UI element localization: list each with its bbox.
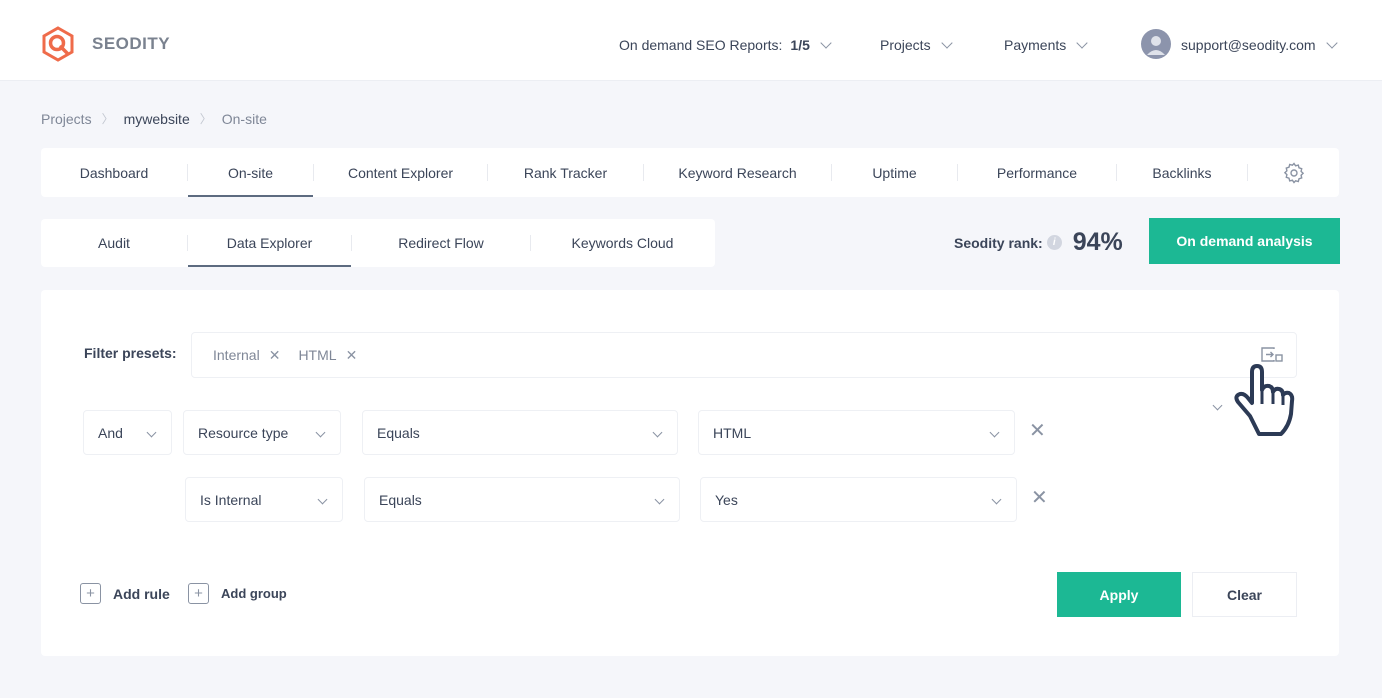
user-menu[interactable]: support@seodity.com [1181,36,1338,53]
remove-rule-icon[interactable]: ✕ [1031,485,1048,510]
logo-icon [42,26,74,62]
rule-field-value: Resource type [198,424,289,441]
plus-icon: + [80,583,101,604]
breadcrumb: Projects 〉 mywebsite 〉 On-site [41,110,267,127]
tab-keyword-research[interactable]: Keyword Research [644,148,831,197]
rank-value: 94% [1072,228,1123,256]
logo[interactable]: SEODITY [40,26,170,62]
sub-tabs: Audit Data Explorer Redirect Flow Keywor… [41,219,715,267]
projects-menu[interactable]: Projects [880,36,953,53]
tab-on-site[interactable]: On-site [188,148,313,197]
tab-audit[interactable]: Audit [41,219,187,267]
rule-value-select[interactable]: Yes [700,477,1017,522]
tab-dashboard[interactable]: Dashboard [41,148,187,197]
rank-label: Seodity rank: [954,234,1043,251]
chevron-down-icon [317,494,328,505]
reports-count: 1/5 [790,37,810,53]
preset-chip: HTML ✕ [298,347,357,364]
add-group-button[interactable]: + Add group [188,583,287,604]
tab-uptime[interactable]: Uptime [832,148,957,197]
rule-operator-select[interactable]: Equals [364,477,680,522]
filter-presets-label: Filter presets: [84,345,177,361]
tab-keywords-cloud[interactable]: Keywords Cloud [531,219,714,267]
filter-panel: Filter presets: Internal ✕ HTML ✕ And Re… [41,290,1339,656]
breadcrumb-project[interactable]: mywebsite [124,111,190,127]
rule-operator-value: Equals [379,491,422,508]
top-header: SEODITY On demand SEO Reports: 1/5 Proje… [0,0,1382,81]
user-email: support@seodity.com [1181,37,1316,53]
breadcrumb-separator: 〉 [101,112,114,126]
tab-data-explorer[interactable]: Data Explorer [188,219,351,267]
close-icon[interactable]: ✕ [269,347,281,364]
settings-button[interactable] [1248,148,1339,197]
preset-dropdown-toggle[interactable] [1212,396,1223,414]
add-rule-label: Add rule [113,585,170,602]
user-icon [1147,36,1165,55]
apply-button[interactable]: Apply [1057,572,1181,617]
payments-label: Payments [1004,37,1067,53]
group-operator-value: And [98,424,123,441]
add-group-label: Add group [221,586,287,601]
breadcrumb-separator: 〉 [199,112,212,126]
plus-icon: + [188,583,209,604]
chevron-down-icon [1325,36,1338,49]
remove-rule-icon[interactable]: ✕ [1029,418,1046,443]
add-rule-button[interactable]: + Add rule [80,583,170,604]
close-icon[interactable]: ✕ [346,347,358,364]
chevron-down-icon [652,427,663,438]
payments-menu[interactable]: Payments [1004,36,1088,53]
rule-operator-select[interactable]: Equals [362,410,678,455]
rule-value: Yes [715,491,738,508]
chevron-down-icon [820,36,832,49]
rule-field-select[interactable]: Is Internal [185,477,343,522]
tab-backlinks[interactable]: Backlinks [1117,148,1247,197]
tab-rank-tracker[interactable]: Rank Tracker [488,148,643,197]
breadcrumb-projects[interactable]: Projects [41,111,92,127]
chevron-down-icon [146,427,157,438]
rule-operator-value: Equals [377,424,420,441]
chevron-down-icon [991,494,1002,505]
load-preset-icon [1261,347,1283,362]
chevron-down-icon [315,427,326,438]
rule-value-select[interactable]: HTML [698,410,1015,455]
rule-field-select[interactable]: Resource type [183,410,341,455]
filter-presets-input[interactable]: Internal ✕ HTML ✕ [191,332,1297,378]
reports-label: On demand SEO Reports: [619,37,783,53]
preset-chip-label: Internal [213,347,260,363]
preset-chip: Internal ✕ [213,347,280,364]
tab-performance[interactable]: Performance [958,148,1116,197]
group-operator-select[interactable]: And [83,410,172,455]
on-demand-analysis-button[interactable]: On demand analysis [1149,218,1340,264]
clear-button[interactable]: Clear [1192,572,1297,617]
main-tabs: Dashboard On-site Content Explorer Rank … [41,148,1339,197]
chevron-down-icon [940,36,953,49]
preset-chip-label: HTML [298,347,337,363]
gear-icon [1283,161,1304,184]
chevron-down-icon [1076,36,1088,49]
chevron-down-icon [1212,400,1223,411]
avatar[interactable] [1141,29,1171,59]
reports-menu[interactable]: On demand SEO Reports: 1/5 [619,36,832,53]
chevron-down-icon [654,494,665,505]
rule-field-value: Is Internal [200,491,262,508]
hand-pointer-icon [1228,364,1298,445]
brand-name: SEODITY [92,34,171,53]
breadcrumb-current: On-site [221,110,267,127]
tab-redirect-flow[interactable]: Redirect Flow [352,219,530,267]
chevron-down-icon [989,427,1000,438]
projects-label: Projects [880,37,931,53]
info-icon[interactable]: i [1046,235,1062,250]
rule-value: HTML [713,424,752,441]
tab-content-explorer[interactable]: Content Explorer [314,148,487,197]
seodity-rank: Seodity rank: i 94% [954,228,1123,257]
